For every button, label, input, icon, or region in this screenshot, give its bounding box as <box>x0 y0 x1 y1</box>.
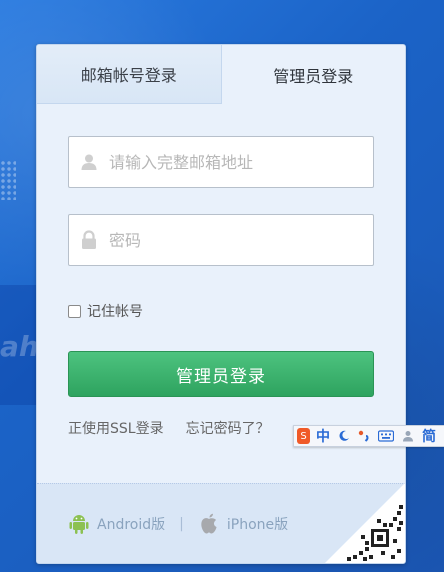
qr-code-icon[interactable] <box>325 483 405 563</box>
remember-checkbox[interactable] <box>68 304 81 318</box>
forgot-password-link[interactable]: 忘记密码了？ <box>186 418 270 438</box>
android-icon <box>68 513 90 535</box>
iphone-app-link[interactable]: iPhone版 <box>198 513 288 535</box>
android-app-link[interactable]: Android版 <box>68 513 165 535</box>
punctuation-icon[interactable] <box>358 430 370 442</box>
background-dots <box>0 160 16 200</box>
ime-logo-icon[interactable]: S <box>297 428 310 444</box>
ime-simplified-toggle[interactable]: 简 <box>422 426 436 446</box>
tab-admin-login-label: 管理员登录 <box>273 66 354 86</box>
login-tabs: 邮箱帐号登录 管理员登录 <box>37 45 405 104</box>
ime-language-toggle[interactable]: 中 <box>316 426 330 446</box>
ime-toolbar[interactable]: S 中 简 <box>293 425 444 447</box>
ssl-login-link[interactable]: 正使用SSL登录 <box>68 418 164 438</box>
user-icon <box>79 152 99 172</box>
app-download-footer: Android版 | iPhone版 <box>37 483 405 563</box>
login-panel: 邮箱帐号登录 管理员登录 记住帐号 管理员登录 正使用SSL登录 忘记密码 <box>36 44 406 564</box>
tab-admin-login[interactable]: 管理员登录 <box>221 45 405 104</box>
keyboard-icon[interactable] <box>378 430 394 442</box>
password-input[interactable] <box>107 229 361 251</box>
lock-icon <box>79 230 99 250</box>
login-links: 正使用SSL登录 忘记密码了？ <box>68 418 270 438</box>
email-field[interactable] <box>68 136 374 188</box>
tab-email-login-label: 邮箱帐号登录 <box>80 66 177 85</box>
email-input[interactable] <box>107 151 361 173</box>
password-field[interactable] <box>68 214 374 266</box>
iphone-label: iPhone版 <box>226 516 289 533</box>
ime-user-icon[interactable] <box>402 430 414 442</box>
footer-separator: | <box>179 515 184 532</box>
tab-email-login[interactable]: 邮箱帐号登录 <box>37 45 222 104</box>
android-label: Android版 <box>97 516 166 533</box>
background-partial-text: ahi <box>0 330 40 363</box>
remember-label: 记住帐号 <box>87 304 143 320</box>
moon-icon[interactable] <box>338 430 350 442</box>
apple-icon <box>198 513 220 535</box>
remember-account[interactable]: 记住帐号 <box>68 301 143 321</box>
admin-login-button[interactable]: 管理员登录 <box>68 351 374 397</box>
